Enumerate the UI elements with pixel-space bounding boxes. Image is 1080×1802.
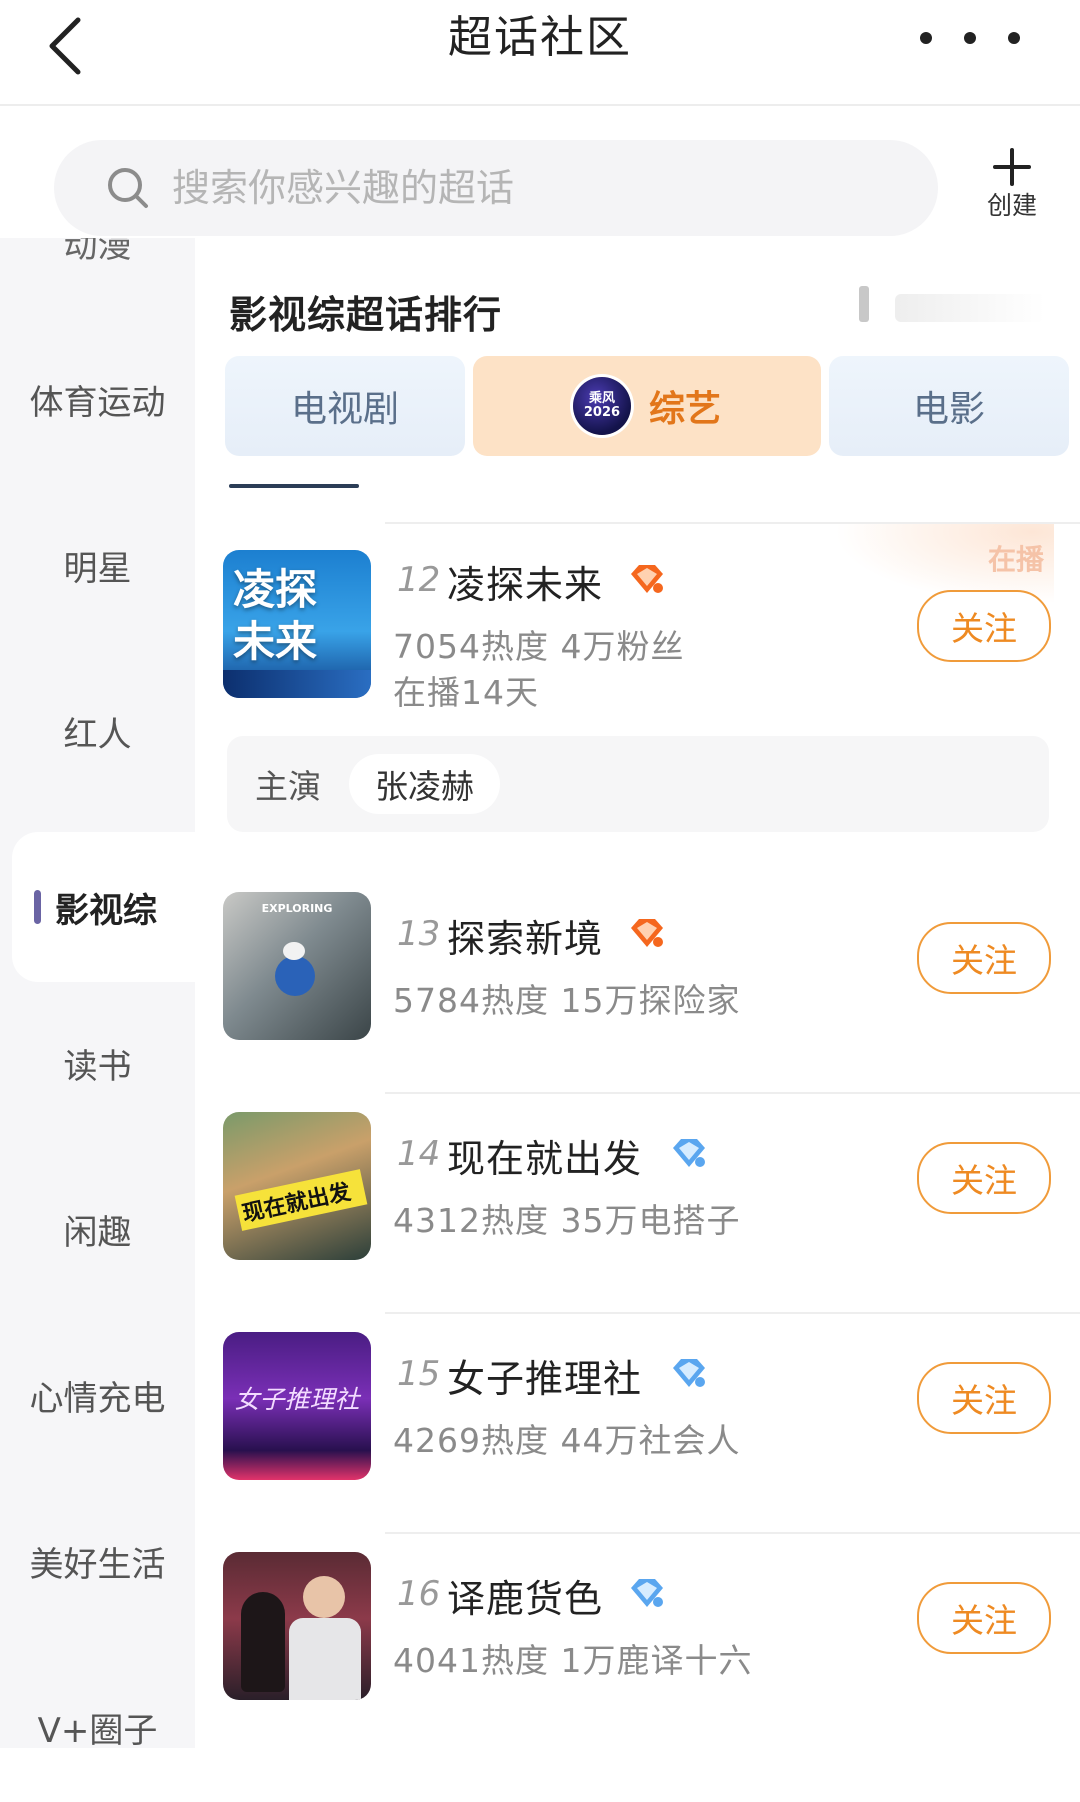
tab-variety[interactable]: 乘风2026 综艺: [473, 356, 821, 456]
sidebar-item-label: 动漫: [63, 238, 132, 262]
sidebar-item-label: 读书: [63, 1046, 132, 1087]
sidebar-item-label: 体育运动: [29, 382, 166, 423]
cover-image[interactable]: 凌探 未来: [223, 550, 371, 698]
list-item[interactable]: 在播 凌探 未来 12 凌探未来 7054热度 4万粉丝 在播14天 关注 主演…: [195, 524, 1080, 832]
topic-name: 译鹿货色: [447, 1577, 604, 1621]
list-item[interactable]: 16 译鹿货色 4041热度 1万鹿译十六 关注: [195, 1552, 1080, 1748]
tab-tv-series[interactable]: 电视剧: [225, 356, 465, 456]
faded-decoration: [859, 286, 869, 322]
cover-title: 凌探 未来: [233, 565, 318, 666]
gem-level-icon: [673, 1139, 705, 1167]
cast-strip: 主演 张凌赫: [227, 736, 1049, 832]
airing-label: 在播: [987, 543, 1044, 576]
cast-member-chip[interactable]: 张凌赫: [349, 754, 500, 814]
sidebar-item-v-plus[interactable]: V+圈子: [0, 1652, 195, 1802]
topic-name: 凌探未来: [447, 563, 604, 607]
sidebar-item-reading[interactable]: 读书: [0, 988, 195, 1138]
follow-button[interactable]: 关注: [917, 1582, 1051, 1654]
sidebar-item-label: V+圈子: [37, 1710, 158, 1751]
list-item[interactable]: 现在就出发 14 现在就出发 4312热度 35万电搭子 关注: [195, 1112, 1080, 1312]
show-logo-text: 乘风2026: [583, 391, 621, 420]
cover-title: 女子推理社: [234, 1385, 360, 1414]
cover-image[interactable]: 现在就出发: [223, 1112, 371, 1260]
sidebar-item-label: 影视综: [55, 890, 157, 931]
sidebar-item-label: 闲趣: [63, 1212, 132, 1253]
faded-decoration: [895, 294, 1045, 322]
show-logo-icon: 乘风2026: [572, 377, 631, 435]
tab-movie[interactable]: 电影: [829, 356, 1069, 456]
sidebar-item-film-tv-variety[interactable]: 影视综: [12, 832, 195, 982]
sidebar-item-anime[interactable]: 动漫: [0, 238, 195, 262]
cover-image[interactable]: 女子推理社: [223, 1332, 371, 1480]
active-indicator: [34, 890, 41, 924]
cover-image[interactable]: EXPLORING: [223, 892, 371, 1040]
cover-title: 现在就出发: [234, 1169, 368, 1231]
topic-stats: 4041热度 1万鹿译十六: [393, 1641, 753, 1680]
rank-number: 16: [397, 1574, 441, 1614]
divider: [385, 1312, 1080, 1314]
sidebar-item-label: 明星: [63, 548, 132, 589]
follow-label: 关注: [951, 1161, 1017, 1200]
category-sidebar: 动漫 体育运动 明星 红人 影视综 读书 闲趣 心情充电 美好生活 V+圈子: [0, 238, 195, 1751]
sidebar-item-label: 心情充电: [29, 1378, 166, 1419]
topic-stats: 5784热度 15万探险家: [393, 981, 741, 1020]
top-bar: 超话社区: [0, 0, 1080, 106]
sidebar-item-mood[interactable]: 心情充电: [0, 1320, 195, 1470]
more-dots-icon[interactable]: [920, 24, 1020, 52]
gem-level-icon: [631, 1579, 663, 1607]
tab-label: 电影: [912, 389, 985, 430]
search-icon: [104, 164, 152, 212]
divider: [385, 1532, 1080, 1534]
plus-icon: [993, 148, 1031, 186]
follow-label: 关注: [951, 609, 1017, 648]
cover-image[interactable]: [223, 1552, 371, 1700]
sidebar-item-stars[interactable]: 明星: [0, 490, 195, 640]
sidebar-item-influencers[interactable]: 红人: [0, 656, 195, 806]
topic-stats: 4269热度 44万社会人: [393, 1421, 741, 1460]
topic-stats: 4312热度 35万电搭子: [393, 1201, 741, 1240]
sidebar-item-label: 红人: [63, 714, 132, 755]
rank-number: 14: [397, 1134, 441, 1174]
divider: [385, 1092, 1080, 1094]
topic-name: 现在就出发: [447, 1137, 643, 1181]
page-title: 超话社区: [448, 12, 632, 63]
sidebar-item-label: 美好生活: [29, 1544, 166, 1585]
rank-number: 13: [397, 914, 441, 954]
create-button[interactable]: 创建: [975, 148, 1049, 228]
cast-role-label: 主演: [255, 767, 321, 806]
topic-name: 女子推理社: [447, 1357, 643, 1401]
follow-button[interactable]: 关注: [917, 1142, 1051, 1214]
tab-underline: [229, 484, 359, 488]
topic-name: 探索新境: [447, 917, 604, 961]
tab-label: 电视剧: [290, 389, 399, 430]
rank-number: 15: [397, 1354, 441, 1394]
gem-level-icon: [631, 565, 663, 593]
follow-button[interactable]: 关注: [917, 1362, 1051, 1434]
main-panel: 影视综超话排行 电视剧 乘风2026 综艺 电影 在播 凌探 未来 12 凌探未…: [195, 238, 1080, 1748]
sidebar-item-sports[interactable]: 体育运动: [0, 324, 195, 474]
cover-title: EXPLORING: [261, 902, 333, 915]
rank-number: 12: [397, 560, 441, 600]
follow-button[interactable]: 关注: [917, 922, 1051, 994]
topic-stats: 7054热度 4万粉丝: [393, 627, 685, 666]
sidebar-item-life[interactable]: 美好生活: [0, 1486, 195, 1636]
create-label: 创建: [986, 191, 1037, 220]
follow-label: 关注: [951, 941, 1017, 980]
sidebar-item-leisure[interactable]: 闲趣: [0, 1154, 195, 1304]
follow-label: 关注: [951, 1381, 1017, 1420]
follow-button[interactable]: 关注: [917, 590, 1051, 662]
follow-label: 关注: [951, 1601, 1017, 1640]
search-input[interactable]: [170, 165, 874, 211]
gem-level-icon: [631, 919, 663, 947]
gem-level-icon: [673, 1359, 705, 1387]
search-bar[interactable]: [54, 140, 938, 236]
airing-days: 在播14天: [393, 673, 539, 712]
list-item[interactable]: 女子推理社 15 女子推理社 4269热度 44万社会人 关注: [195, 1332, 1080, 1532]
tab-label: 综艺: [648, 389, 721, 430]
section-title: 影视综超话排行: [229, 293, 503, 337]
